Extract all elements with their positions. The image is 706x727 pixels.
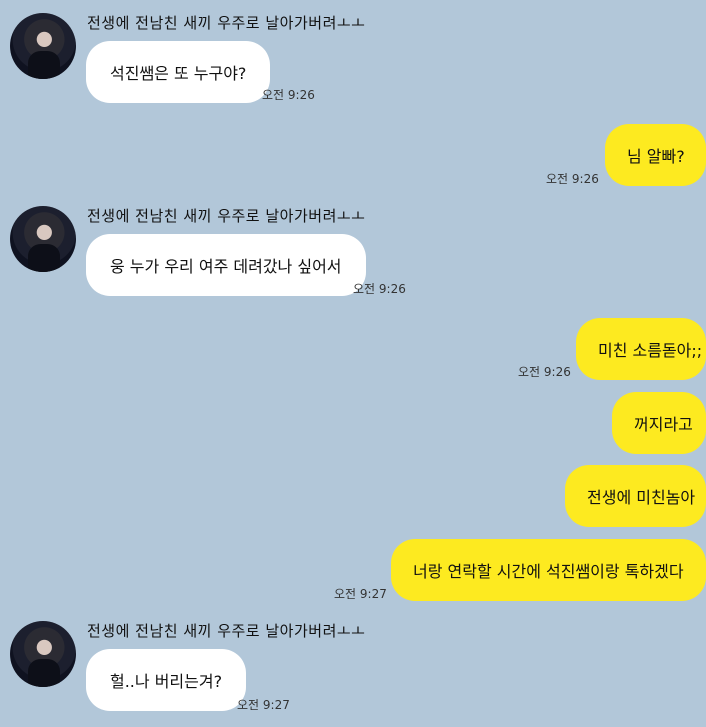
sender-name: 전생에 전남친 새끼 우주로 날아가버려ㅗㅗ	[87, 14, 366, 32]
message-time: 오전 9:27	[334, 587, 387, 601]
sender-avatar[interactable]	[10, 206, 76, 272]
sender-name: 전생에 전남친 새끼 우주로 날아가버려ㅗㅗ	[87, 207, 366, 225]
message-time: 오전 9:26	[518, 365, 571, 379]
sender-avatar[interactable]	[10, 621, 76, 687]
message-text: 전생에 미친놈아	[587, 488, 696, 507]
message-bubble[interactable]: 헐..나 버리는겨?	[86, 649, 247, 711]
message-bubble[interactable]: 미친 소름돋아;;	[576, 318, 706, 380]
message-time: 오전 9:26	[546, 172, 599, 186]
message-bubble[interactable]: 전생에 미친놈아	[565, 465, 706, 527]
message-text: 석진쌤은 또 누구야?	[110, 64, 247, 83]
message-bubble[interactable]: 석진쌤은 또 누구야?	[86, 41, 271, 103]
message-time: 오전 9:26	[353, 282, 406, 296]
message-bubble[interactable]: 웅 누가 우리 여주 데려갔나 싶어서	[86, 234, 366, 296]
message-text: 헐..나 버리는겨?	[110, 672, 223, 691]
message-bubble[interactable]: 님 알빠?	[605, 124, 706, 186]
message-time: 오전 9:26	[262, 88, 315, 102]
message-bubble[interactable]: 너랑 연락할 시간에 석진쌤이랑 톡하겠다	[391, 539, 706, 601]
sender-avatar[interactable]	[10, 13, 76, 79]
message-text: 미친 소름돋아;;	[598, 341, 703, 360]
sender-name: 전생에 전남친 새끼 우주로 날아가버려ㅗㅗ	[87, 622, 366, 640]
message-bubble[interactable]: 꺼지라고	[612, 392, 706, 454]
message-text: 너랑 연락할 시간에 석진쌤이랑 톡하겠다	[413, 562, 684, 581]
message-text: 님 알빠?	[627, 147, 685, 166]
message-text: 꺼지라고	[634, 415, 693, 434]
message-text: 웅 누가 우리 여주 데려갔나 싶어서	[110, 257, 342, 276]
message-time: 오전 9:27	[237, 698, 290, 712]
